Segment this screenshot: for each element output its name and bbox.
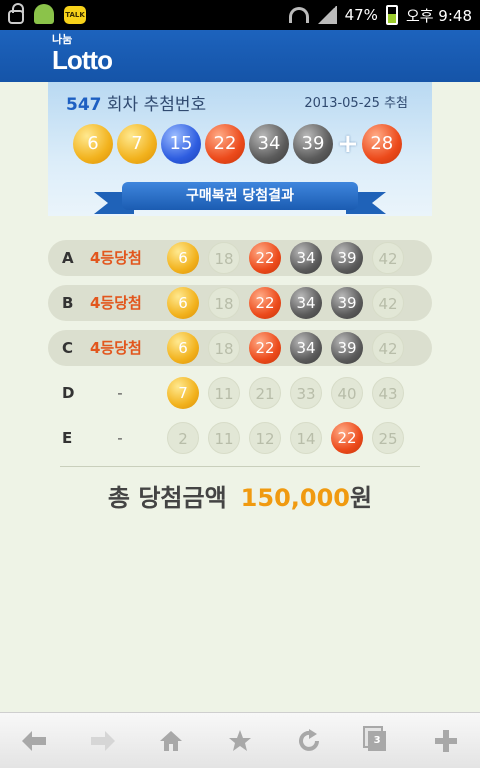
logo-text: Lotto bbox=[52, 45, 113, 75]
ticket-result: 4등당첨 bbox=[90, 294, 142, 312]
ticket-number-ball: 39 bbox=[331, 242, 363, 274]
ticket-number-ball: 14 bbox=[290, 422, 322, 454]
ticket-number-ball: 43 bbox=[372, 377, 404, 409]
status-bar: TALK 47% 오후 9:48 bbox=[0, 0, 480, 30]
new-tab-plus-icon[interactable] bbox=[426, 721, 466, 761]
back-icon[interactable] bbox=[14, 721, 54, 761]
ticket-row: C 4등당첨 6 18 22 34 39 42 bbox=[48, 330, 432, 366]
ticket-row: D - 7 11 21 33 40 43 bbox=[48, 375, 432, 411]
battery-icon bbox=[385, 5, 398, 25]
ticket-number-ball: 7 bbox=[167, 377, 199, 409]
winning-number-ball: 7 bbox=[117, 124, 157, 164]
ticket-row: E - 2 11 12 14 22 25 bbox=[48, 420, 432, 456]
browser-toolbar: 3 bbox=[0, 712, 480, 768]
ticket-number-ball: 2 bbox=[167, 422, 199, 454]
ticket-numbers: 6 18 22 34 39 42 bbox=[167, 242, 413, 274]
ticket-number-ball: 22 bbox=[249, 332, 281, 364]
ticket-letter: D bbox=[62, 384, 75, 402]
divider bbox=[60, 466, 420, 467]
ticket-number-ball: 34 bbox=[290, 287, 322, 319]
banner-title: 구매복권 당첨결과 bbox=[122, 182, 358, 210]
ticket-number-ball: 21 bbox=[249, 377, 281, 409]
ticket-numbers: 7 11 21 33 40 43 bbox=[167, 377, 413, 409]
ticket-numbers: 6 18 22 34 39 42 bbox=[167, 332, 413, 364]
refresh-icon[interactable] bbox=[289, 721, 329, 761]
ticket-number-ball: 11 bbox=[208, 377, 240, 409]
ticket-list: A 4등당첨 6 18 22 34 39 42 B 4등당첨 6 18 22 34 39 42 C 4등당첨 6 18… bbox=[48, 240, 432, 465]
ticket-number-ball: 11 bbox=[208, 422, 240, 454]
results-banner: 구매복권 당첨결과 bbox=[94, 178, 386, 214]
bookmark-star-icon[interactable] bbox=[220, 721, 260, 761]
ticket-number-ball: 34 bbox=[290, 332, 322, 364]
wifi-icon bbox=[288, 7, 309, 23]
ticket-number-ball: 39 bbox=[331, 287, 363, 319]
ticket-number-ball: 40 bbox=[331, 377, 363, 409]
draw-date: 2013-05-25 추첨 bbox=[304, 96, 408, 111]
ticket-number-ball: 42 bbox=[372, 287, 404, 319]
winning-number-ball: 6 bbox=[73, 124, 113, 164]
ticket-number-ball: 34 bbox=[290, 242, 322, 274]
ticket-result: - bbox=[117, 384, 123, 402]
ticket-number-ball: 25 bbox=[372, 422, 404, 454]
round-number: 547 bbox=[66, 95, 102, 115]
home-icon[interactable] bbox=[151, 721, 191, 761]
ticket-number-ball: 6 bbox=[167, 332, 199, 364]
clock: 오후 9:48 bbox=[405, 6, 472, 25]
ticket-row: B 4등당첨 6 18 22 34 39 42 bbox=[48, 285, 432, 321]
lock-icon bbox=[8, 3, 24, 24]
battery-percent: 47% bbox=[344, 6, 378, 24]
tabs-icon[interactable]: 3 bbox=[357, 721, 397, 761]
ticket-result: 4등당첨 bbox=[90, 339, 142, 357]
ticket-letter: B bbox=[62, 294, 74, 312]
bonus-number-ball: 28 bbox=[361, 124, 402, 164]
ticket-result: 4등당첨 bbox=[90, 249, 142, 267]
ticket-number-ball: 18 bbox=[208, 287, 240, 319]
winning-number-ball: 22 bbox=[205, 124, 245, 164]
winning-number-ball: 15 bbox=[161, 124, 201, 164]
draw-panel: 547 회차 추첨번호 2013-05-25 추첨 6 7 15 22 34 39 +28 … bbox=[48, 82, 432, 216]
ticket-number-ball: 22 bbox=[249, 287, 281, 319]
ticket-numbers: 2 11 12 14 22 25 bbox=[167, 422, 413, 454]
ticket-number-ball: 18 bbox=[208, 332, 240, 364]
total-label: 총 당첨금액 bbox=[107, 484, 227, 512]
ticket-letter: C bbox=[62, 339, 74, 357]
ticket-number-ball: 22 bbox=[331, 422, 363, 454]
system-icons: 47% 오후 9:48 bbox=[288, 0, 472, 30]
round-label: 회차 추첨번호 bbox=[106, 95, 207, 115]
winning-number-ball: 39 bbox=[293, 124, 333, 164]
draw-round: 547 회차 추첨번호 bbox=[66, 90, 206, 115]
total-prize: 총 당첨금액 150,000원 bbox=[0, 478, 480, 513]
ticket-number-ball: 42 bbox=[372, 242, 404, 274]
total-unit: 원 bbox=[349, 484, 373, 512]
ticket-number-ball: 6 bbox=[167, 287, 199, 319]
ticket-number-ball: 12 bbox=[249, 422, 281, 454]
ticket-result: - bbox=[117, 429, 123, 447]
ticket-number-ball: 42 bbox=[372, 332, 404, 364]
lotto-logo[interactable]: 나눔 Lotto bbox=[52, 34, 113, 75]
ticket-row: A 4등당첨 6 18 22 34 39 42 bbox=[48, 240, 432, 276]
winning-numbers: 6 7 15 22 34 39 +28 bbox=[73, 124, 406, 164]
android-icon bbox=[34, 4, 54, 24]
kakaotalk-icon: TALK bbox=[64, 6, 86, 24]
ticket-letter: E bbox=[62, 429, 73, 447]
app-header: 나눔 Lotto bbox=[0, 30, 480, 82]
ticket-number-ball: 39 bbox=[331, 332, 363, 364]
ticket-number-ball: 22 bbox=[249, 242, 281, 274]
tabs-count: 3 bbox=[368, 730, 387, 751]
plus-sign: + bbox=[337, 129, 359, 159]
notification-icons: TALK bbox=[8, 3, 86, 24]
ticket-number-ball: 18 bbox=[208, 242, 240, 274]
ticket-number-ball: 6 bbox=[167, 242, 199, 274]
ticket-numbers: 6 18 22 34 39 42 bbox=[167, 287, 413, 319]
ticket-number-ball: 33 bbox=[290, 377, 322, 409]
forward-icon[interactable] bbox=[83, 721, 123, 761]
signal-icon bbox=[316, 6, 337, 24]
total-amount: 150,000 bbox=[240, 484, 350, 512]
ticket-letter: A bbox=[62, 249, 74, 267]
winning-number-ball: 34 bbox=[249, 124, 289, 164]
